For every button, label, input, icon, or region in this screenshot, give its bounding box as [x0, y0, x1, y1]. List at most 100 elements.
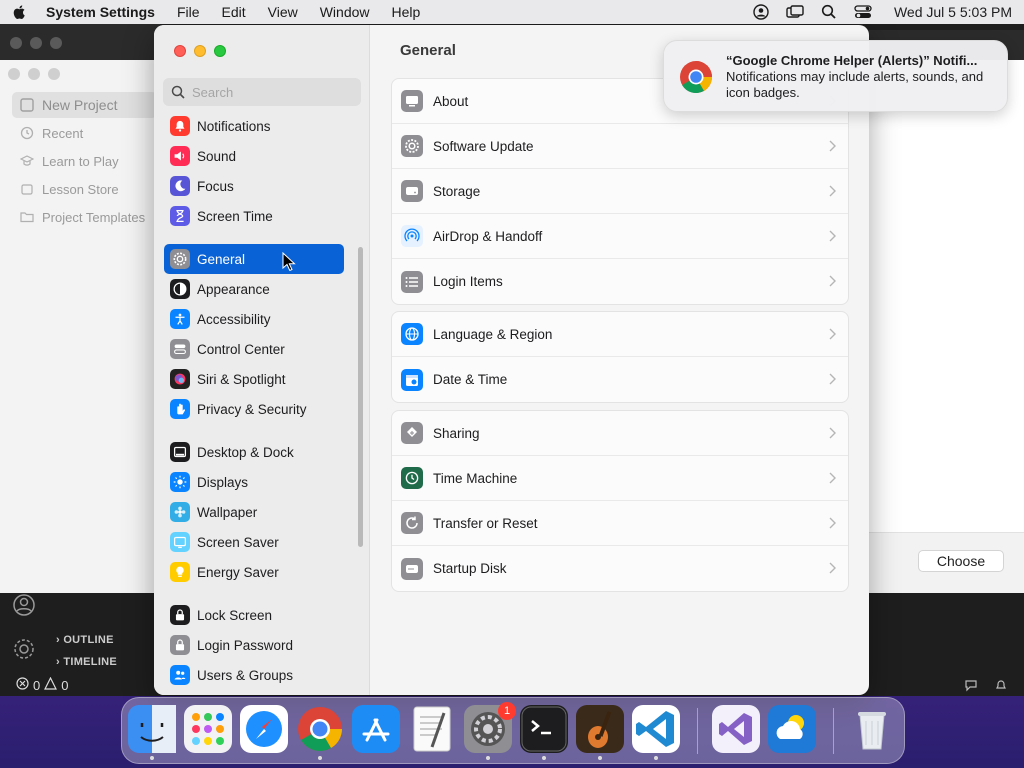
manage-gear-icon[interactable]: [12, 637, 36, 661]
sidebar-item-screen-time[interactable]: Screen Time: [164, 201, 344, 231]
sidebar-item-users-groups[interactable]: Users & Groups: [164, 660, 344, 690]
sidebar-item-displays[interactable]: Displays: [164, 467, 344, 497]
bell-icon: [170, 116, 190, 136]
bg-zoom-button[interactable]: [50, 37, 62, 49]
close-button[interactable]: [174, 45, 186, 57]
sidebar-item-desktop-dock[interactable]: Desktop & Dock: [164, 437, 344, 467]
sidebar-item-notifications[interactable]: Notifications: [164, 111, 344, 141]
app-store-icon[interactable]: [352, 705, 400, 753]
proj-item-lesson-store[interactable]: Lesson Store: [12, 176, 157, 202]
row-airdrop-handoff[interactable]: AirDrop & Handoff: [392, 214, 848, 259]
apple-logo-icon[interactable]: [12, 4, 28, 20]
view-menu[interactable]: View: [268, 4, 298, 20]
proj-item-project-templates[interactable]: Project Templates: [12, 204, 157, 230]
sidebar-item-label: Privacy & Security: [197, 401, 307, 417]
proj-item-new-project[interactable]: New Project: [12, 92, 157, 118]
terminal-icon[interactable]: [520, 705, 568, 753]
finder-icon[interactable]: [128, 705, 176, 753]
system-settings-window: Notifications Sound Focus Screen Time Genera…: [154, 25, 869, 695]
spotlight-search-icon[interactable]: [820, 4, 838, 20]
chevron-right-icon: [828, 328, 836, 340]
timeline-section[interactable]: › TIMELINE: [56, 656, 117, 668]
problems-indicator[interactable]: 0 0: [16, 676, 68, 693]
chrome-icon[interactable]: [296, 705, 344, 753]
trash-icon[interactable]: [848, 705, 896, 753]
sidebar-item-login-password[interactable]: Login Password: [164, 630, 344, 660]
feedback-icon[interactable]: [964, 678, 978, 695]
row-startup-disk[interactable]: Startup Disk: [392, 546, 848, 591]
garageband-icon[interactable]: [576, 705, 624, 753]
help-menu[interactable]: Help: [392, 4, 421, 20]
chevron-right-icon: [828, 275, 836, 287]
sidebar-scrollbar[interactable]: [358, 247, 363, 547]
notification-badge: 1: [498, 702, 516, 720]
file-menu[interactable]: File: [177, 4, 200, 20]
chrome-icon: [678, 59, 714, 95]
row-date-time[interactable]: Date & Time: [392, 357, 848, 402]
sidebar-item-accessibility[interactable]: Accessibility: [164, 304, 344, 334]
app-menu[interactable]: System Settings: [46, 4, 155, 20]
sidebar-item-label: Control Center: [197, 341, 285, 357]
sidebar-item-focus[interactable]: Focus: [164, 171, 344, 201]
row-label: Sharing: [433, 425, 480, 441]
clock-icon: [20, 126, 34, 140]
textedit-icon[interactable]: [408, 705, 456, 753]
visual-studio-icon[interactable]: [712, 705, 760, 753]
sidebar-item-label: Desktop & Dock: [197, 444, 294, 460]
settings-search[interactable]: [163, 78, 361, 106]
sidebar-item-label: Energy Saver: [197, 564, 279, 580]
disk-icon: [401, 557, 423, 580]
control-center-icon[interactable]: [854, 4, 872, 20]
sidebar-item-screen-saver[interactable]: Screen Saver: [164, 527, 344, 557]
row-sharing[interactable]: Sharing: [392, 411, 848, 456]
weather-icon[interactable]: [768, 705, 816, 753]
proj-close-button[interactable]: [8, 68, 20, 80]
row-storage[interactable]: Storage: [392, 169, 848, 214]
bg-minimize-button[interactable]: [30, 37, 42, 49]
vscode-icon[interactable]: [632, 705, 680, 753]
hourglass-icon: [170, 206, 190, 226]
list-icon: [401, 270, 423, 293]
proj-item-learn-to-play[interactable]: Learn to Play: [12, 148, 157, 174]
outline-section[interactable]: › OUTLINE: [56, 634, 114, 646]
screen-mirroring-icon[interactable]: [786, 4, 804, 20]
sidebar-item-wallpaper[interactable]: Wallpaper: [164, 497, 344, 527]
proj-zoom-button[interactable]: [48, 68, 60, 80]
sharing-icon: [401, 422, 423, 444]
row-language-region[interactable]: Language & Region: [392, 312, 848, 357]
sidebar-item-energy-saver[interactable]: Energy Saver: [164, 557, 344, 587]
proj-minimize-button[interactable]: [28, 68, 40, 80]
row-time-machine[interactable]: Time Machine: [392, 456, 848, 501]
sidebar-item-general[interactable]: General: [164, 244, 344, 274]
sidebar-item-privacy-security[interactable]: Privacy & Security: [164, 394, 344, 424]
wallpaper-icon: [170, 502, 190, 522]
choose-button[interactable]: Choose: [918, 550, 1004, 572]
lightbulb-icon: [170, 562, 190, 582]
row-login-items[interactable]: Login Items: [392, 259, 848, 304]
account-icon[interactable]: [12, 593, 36, 617]
edit-menu[interactable]: Edit: [222, 4, 246, 20]
row-software-update[interactable]: Software Update: [392, 124, 848, 169]
settings-group: Language & Region Date & Time: [391, 311, 849, 403]
bg-close-button[interactable]: [10, 37, 22, 49]
zoom-button[interactable]: [214, 45, 226, 57]
sidebar-item-label: Login Password: [197, 637, 294, 653]
sidebar-item-control-center[interactable]: Control Center: [164, 334, 344, 364]
user-account-icon[interactable]: [752, 4, 770, 20]
error-icon: [16, 677, 29, 693]
window-menu[interactable]: Window: [320, 4, 370, 20]
sidebar-item-appearance[interactable]: Appearance: [164, 274, 344, 304]
running-indicator: [150, 756, 154, 760]
sidebar-item-sound[interactable]: Sound: [164, 141, 344, 171]
menubar-clock[interactable]: Wed Jul 5 5:03 PM: [894, 4, 1012, 20]
sidebar-item-siri-spotlight[interactable]: Siri & Spotlight: [164, 364, 344, 394]
launchpad-icon[interactable]: [184, 705, 232, 753]
bell-icon[interactable]: [994, 678, 1008, 695]
row-transfer-or-reset[interactable]: Transfer or Reset: [392, 501, 848, 546]
sidebar-item-lock-screen[interactable]: Lock Screen: [164, 600, 344, 630]
notification-banner[interactable]: “Google Chrome Helper (Alerts)” Notifi..…: [663, 40, 1008, 112]
minimize-button[interactable]: [194, 45, 206, 57]
safari-icon[interactable]: [240, 705, 288, 753]
proj-item-recent[interactable]: Recent: [12, 120, 157, 146]
search-input[interactable]: [192, 84, 352, 100]
